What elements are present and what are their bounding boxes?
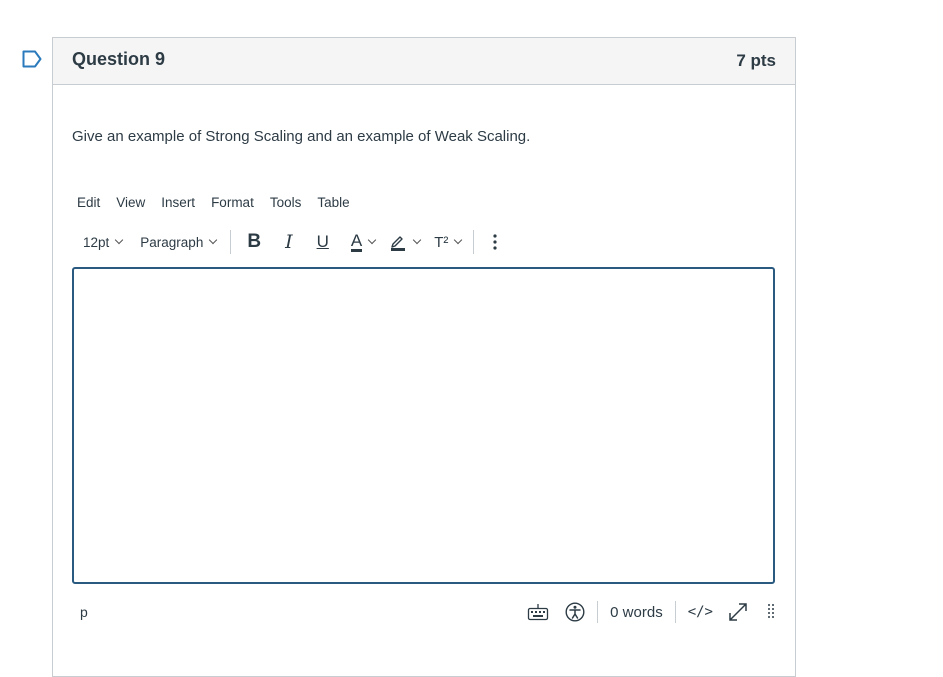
- italic-button[interactable]: I: [285, 231, 293, 253]
- menu-insert[interactable]: Insert: [161, 195, 195, 210]
- statusbar-actions: 0 words </>: [527, 599, 775, 625]
- superscript-label: T²: [434, 233, 449, 251]
- text-color-label: A: [350, 230, 363, 252]
- statusbar-divider: [597, 601, 599, 623]
- editor-menubar: Edit View Insert Format Tools Table: [77, 195, 366, 210]
- question-text: Give an example of Strong Scaling and an…: [72, 128, 531, 145]
- chevron-down-icon: [454, 235, 463, 245]
- accessibility-icon[interactable]: [565, 602, 585, 622]
- block-format-dropdown[interactable]: Paragraph: [140, 234, 218, 250]
- resize-handle-icon[interactable]: [767, 603, 775, 621]
- menu-view[interactable]: View: [116, 195, 145, 210]
- bold-button[interactable]: B: [247, 231, 261, 253]
- question-title: Question 9: [72, 49, 166, 69]
- chevron-down-icon: [412, 235, 422, 245]
- menu-table[interactable]: Table: [317, 195, 349, 210]
- more-options-button[interactable]: [492, 233, 498, 251]
- highlight-icon: [391, 236, 406, 251]
- toolbar-divider: [473, 230, 475, 254]
- question-points: 7 pts: [736, 51, 776, 70]
- underline-label: U: [316, 232, 329, 251]
- font-size-value: 12pt: [83, 234, 110, 250]
- flag-icon[interactable]: [22, 50, 42, 68]
- menu-format[interactable]: Format: [211, 195, 254, 210]
- question-card: Question 9 7 pts Give an example of Stro…: [52, 37, 796, 677]
- menu-edit[interactable]: Edit: [77, 195, 100, 210]
- html-editor-toggle[interactable]: </>: [688, 604, 713, 620]
- editor-toolbar: 12pt Paragraph B I U A T²: [77, 229, 498, 255]
- menu-tools[interactable]: Tools: [270, 195, 302, 210]
- text-color-button[interactable]: A: [350, 230, 377, 252]
- italic-label: I: [285, 231, 293, 253]
- more-options-icon: [493, 234, 497, 250]
- element-path[interactable]: p: [80, 604, 88, 620]
- superscript-button[interactable]: T²: [434, 233, 463, 251]
- word-count: 0 words: [610, 603, 663, 621]
- block-format-value: Paragraph: [140, 234, 204, 250]
- underline-button[interactable]: U: [317, 232, 329, 252]
- toolbar-divider: [230, 230, 232, 254]
- highlight-color-button[interactable]: [389, 233, 422, 251]
- chevron-down-icon: [115, 235, 124, 245]
- statusbar-divider: [674, 601, 676, 623]
- chevron-down-icon: [209, 235, 218, 245]
- answer-editor[interactable]: [72, 267, 775, 584]
- bold-label: B: [247, 231, 262, 252]
- keyboard-icon[interactable]: [527, 603, 549, 621]
- chevron-down-icon: [367, 235, 377, 245]
- question-header: Question 9 7 pts: [53, 38, 795, 85]
- editor-statusbar: p 0 words </>: [72, 596, 775, 630]
- font-size-dropdown[interactable]: 12pt: [83, 234, 124, 250]
- fullscreen-icon[interactable]: [727, 601, 749, 623]
